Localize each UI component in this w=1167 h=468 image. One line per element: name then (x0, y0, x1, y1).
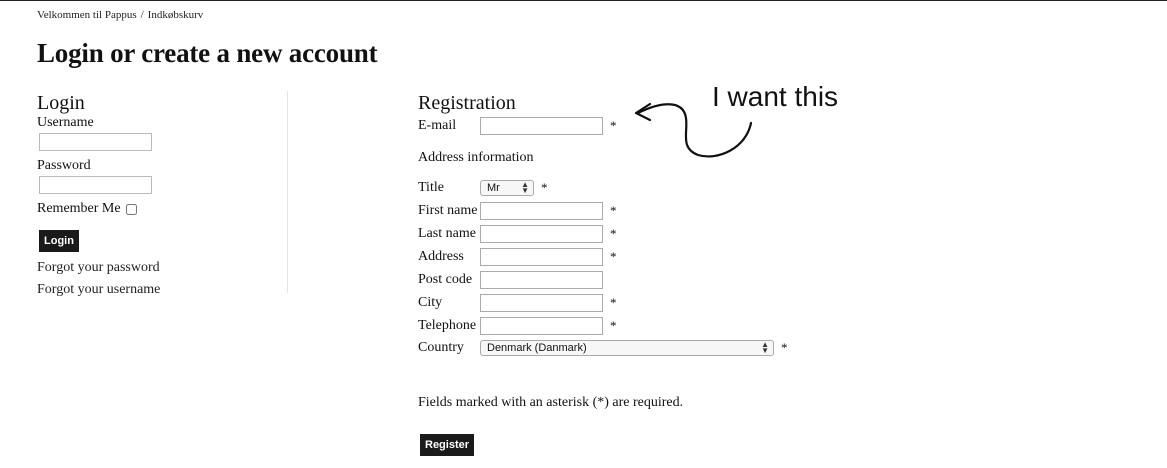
post-code-row: Post code (418, 270, 603, 290)
last-name-row: Last name * (418, 224, 617, 244)
annotation-arrow-icon (634, 102, 753, 158)
required-asterisk: * (610, 118, 617, 133)
address-row: Address * (418, 247, 617, 267)
title-row: Title Mr ▲ ▼ * (418, 178, 548, 198)
login-section: Login Username Password Remember Me Logi… (37, 91, 288, 297)
last-name-input[interactable] (480, 225, 603, 243)
required-asterisk: * (610, 249, 617, 264)
remember-me-row: Remember Me (37, 201, 287, 217)
email-row: E-mail * (418, 116, 617, 136)
title-select[interactable]: Mr ▲ ▼ (480, 180, 534, 196)
city-input[interactable] (480, 294, 603, 312)
email-input[interactable] (480, 117, 603, 135)
breadcrumb: Velkommen til Pappus / Indkøbskurv (37, 9, 203, 21)
breadcrumb-separator: / (140, 9, 144, 21)
username-label: Username (37, 115, 94, 130)
post-code-label: Post code (418, 272, 473, 287)
country-label: Country (418, 340, 464, 355)
country-select-value: Denmark (Danmark) (487, 342, 587, 354)
required-asterisk: * (610, 295, 617, 310)
address-input[interactable] (480, 248, 603, 266)
required-asterisk: * (610, 203, 617, 218)
country-select[interactable]: Denmark (Danmark) ▲ ▼ (480, 340, 774, 356)
address-information-heading: Address information (418, 150, 534, 165)
address-label: Address (418, 249, 464, 264)
city-row: City * (418, 293, 617, 313)
required-asterisk: * (610, 226, 617, 241)
title-select-value: Mr (487, 182, 500, 194)
login-button[interactable]: Login (39, 230, 79, 252)
username-input[interactable] (39, 133, 152, 151)
remember-me-checkbox[interactable] (125, 203, 137, 215)
title-label: Title (418, 180, 444, 195)
page-title: Login or create a new account (37, 38, 378, 68)
city-label: City (418, 295, 443, 310)
required-fields-note: Fields marked with an asterisk (*) are r… (418, 395, 684, 410)
password-input[interactable] (39, 176, 152, 194)
select-arrows-icon: ▲ ▼ (521, 180, 529, 195)
login-heading: Login (37, 92, 85, 114)
telephone-label: Telephone (418, 318, 477, 333)
required-asterisk: * (541, 180, 548, 195)
forgot-username-link[interactable]: Forgot your username (37, 282, 287, 298)
last-name-label: Last name (418, 226, 476, 241)
register-button[interactable]: Register (420, 434, 475, 456)
email-label: E-mail (418, 118, 457, 133)
telephone-input[interactable] (480, 317, 603, 335)
first-name-input[interactable] (480, 202, 603, 220)
breadcrumb-current: Indkøbskurv (147, 9, 204, 21)
post-code-input[interactable] (480, 271, 603, 289)
forgot-password-link[interactable]: Forgot your password (37, 260, 287, 276)
required-asterisk: * (610, 318, 617, 333)
country-row: Country Denmark (Danmark) ▲ ▼ * (418, 338, 788, 358)
first-name-row: First name * (418, 201, 617, 221)
remember-me-label: Remember Me (37, 201, 121, 216)
select-arrows-icon: ▲ ▼ (761, 340, 769, 355)
first-name-label: First name (418, 203, 478, 218)
required-asterisk: * (781, 340, 788, 355)
telephone-row: Telephone * (418, 316, 617, 336)
breadcrumb-home-link[interactable]: Velkommen til Pappus (37, 9, 137, 21)
password-label: Password (37, 158, 91, 173)
